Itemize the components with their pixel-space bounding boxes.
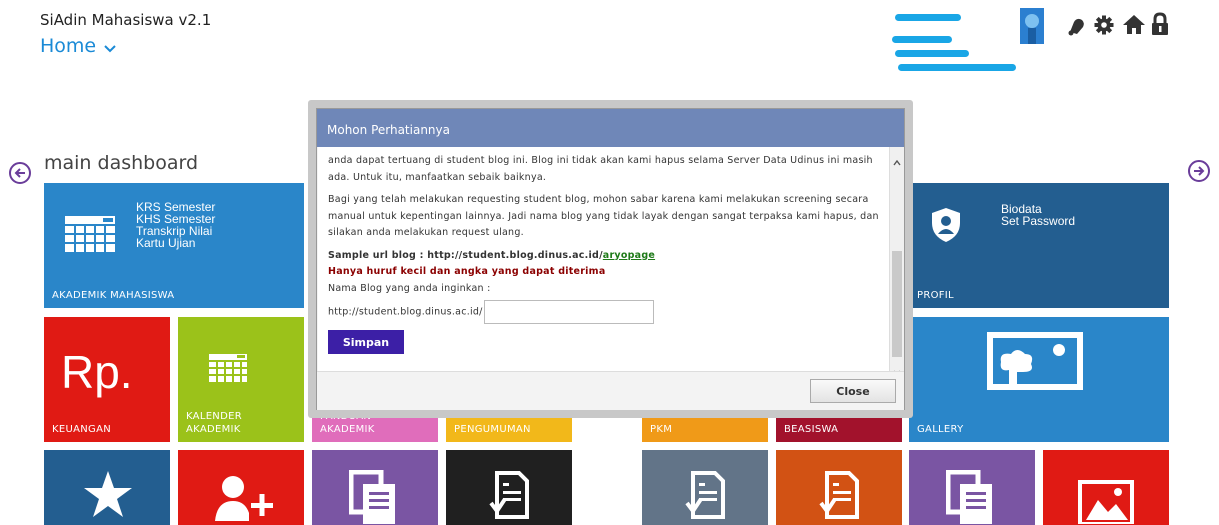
home-icon[interactable] — [1122, 13, 1146, 35]
tile-akademik-mahasiswa[interactable]: KRS Semester KHS Semester Transkrip Nila… — [44, 183, 304, 308]
notification-icon[interactable] — [1066, 14, 1088, 36]
tile-documents-purple[interactable] — [312, 450, 438, 525]
gear-icon[interactable] — [1093, 14, 1115, 36]
tile-checklist-slate[interactable] — [642, 450, 768, 525]
star-icon — [82, 468, 134, 520]
sample-url-link[interactable]: aryopage — [603, 250, 655, 261]
tile-caption: KEUANGAN — [52, 424, 111, 435]
tile-caption: PKM — [650, 424, 673, 435]
home-menu-label: Home — [40, 34, 97, 57]
dialog-scrollbar[interactable] — [889, 147, 904, 377]
tile-caption: PENGUMUMAN — [454, 424, 531, 435]
sample-url-prefix: Sample url blog : http://student.blog.di… — [328, 249, 603, 261]
close-button[interactable]: Close — [810, 379, 896, 403]
redacted-user-info — [890, 12, 1020, 74]
dialog-body: anda dapat tertuang di student blog ini.… — [318, 147, 889, 371]
tile-caption: GALLERY — [917, 424, 964, 435]
dialog-paragraph-1: anda dapat tertuang di student blog ini.… — [328, 155, 873, 183]
documents-icon — [346, 470, 402, 524]
calendar-icon — [64, 213, 116, 255]
calendar-icon — [208, 353, 248, 383]
tile-documents-purple-2[interactable] — [909, 450, 1035, 525]
blog-request-dialog: Mohon Perhatiannya anda dapat tertuang d… — [316, 108, 905, 410]
tile-image-red[interactable] — [1043, 450, 1169, 525]
tile-profil[interactable]: Biodata Set Password PROFIL — [909, 183, 1169, 308]
akademik-menu-lines: KRS Semester KHS Semester Transkrip Nila… — [136, 201, 215, 249]
tile-checklist-orange[interactable] — [776, 450, 902, 525]
scroll-thumb[interactable] — [892, 251, 902, 357]
dialog-footer: Close — [317, 371, 904, 410]
sample-url-line: Sample url blog : http://student.blog.di… — [328, 248, 889, 265]
blog-name-label: Nama Blog yang anda inginkan : — [328, 282, 491, 294]
profil-link-set-password[interactable]: Set Password — [1001, 215, 1075, 227]
shield-user-icon — [929, 205, 963, 245]
tile-caption: PROFIL — [917, 290, 954, 301]
profil-menu-lines: Biodata Set Password — [1001, 203, 1075, 227]
akademik-link-kartu-ujian[interactable]: Kartu Ujian — [136, 237, 215, 249]
tile-add-user[interactable] — [178, 450, 304, 525]
documents-icon — [943, 470, 999, 524]
tile-favorite[interactable] — [44, 450, 170, 525]
tile-keuangan[interactable]: Rp. KEUANGAN — [44, 317, 170, 442]
checklist-document-icon — [684, 470, 728, 520]
rupiah-symbol: Rp. — [61, 346, 133, 398]
chevron-down-icon — [104, 36, 116, 58]
blog-url-row: http://student.blog.dinus.ac.id/ — [328, 300, 889, 324]
tile-caption: BEASISWA — [784, 424, 839, 435]
scroll-up-icon[interactable] — [893, 151, 901, 170]
tile-caption: KALENDER AKADEMIK — [186, 411, 242, 435]
dialog-paragraph-2: Bagi yang telah melakukan requesting stu… — [328, 194, 879, 238]
tile-caption: AKADEMIK MAHASISWA — [52, 290, 175, 301]
image-icon — [1077, 480, 1135, 524]
add-user-icon — [212, 472, 274, 522]
blog-name-input[interactable] — [483, 300, 654, 324]
save-button[interactable]: Simpan — [328, 330, 404, 354]
home-menu[interactable]: Home — [40, 33, 116, 58]
lock-icon[interactable] — [1150, 12, 1170, 36]
checklist-document-icon — [818, 470, 862, 520]
app-title: SiAdin Mahasiswa v2.1 — [40, 11, 212, 29]
dialog-title: Mohon Perhatiannya — [317, 109, 904, 147]
input-warning: Hanya huruf kecil dan angka yang dapat d… — [328, 266, 606, 277]
dashboard-heading: main dashboard — [44, 152, 199, 174]
checklist-document-icon — [488, 470, 532, 520]
previous-arrow-button[interactable] — [9, 162, 31, 184]
next-arrow-button[interactable] — [1188, 160, 1210, 182]
avatar[interactable] — [1020, 8, 1044, 44]
picture-icon — [985, 331, 1085, 391]
tile-gallery[interactable]: GALLERY — [909, 317, 1169, 442]
blog-url-prefix: http://student.blog.dinus.ac.id/ — [328, 306, 483, 318]
tile-checklist-dark[interactable] — [446, 450, 572, 525]
tile-kalender-akademik[interactable]: KALENDER AKADEMIK — [178, 317, 304, 442]
